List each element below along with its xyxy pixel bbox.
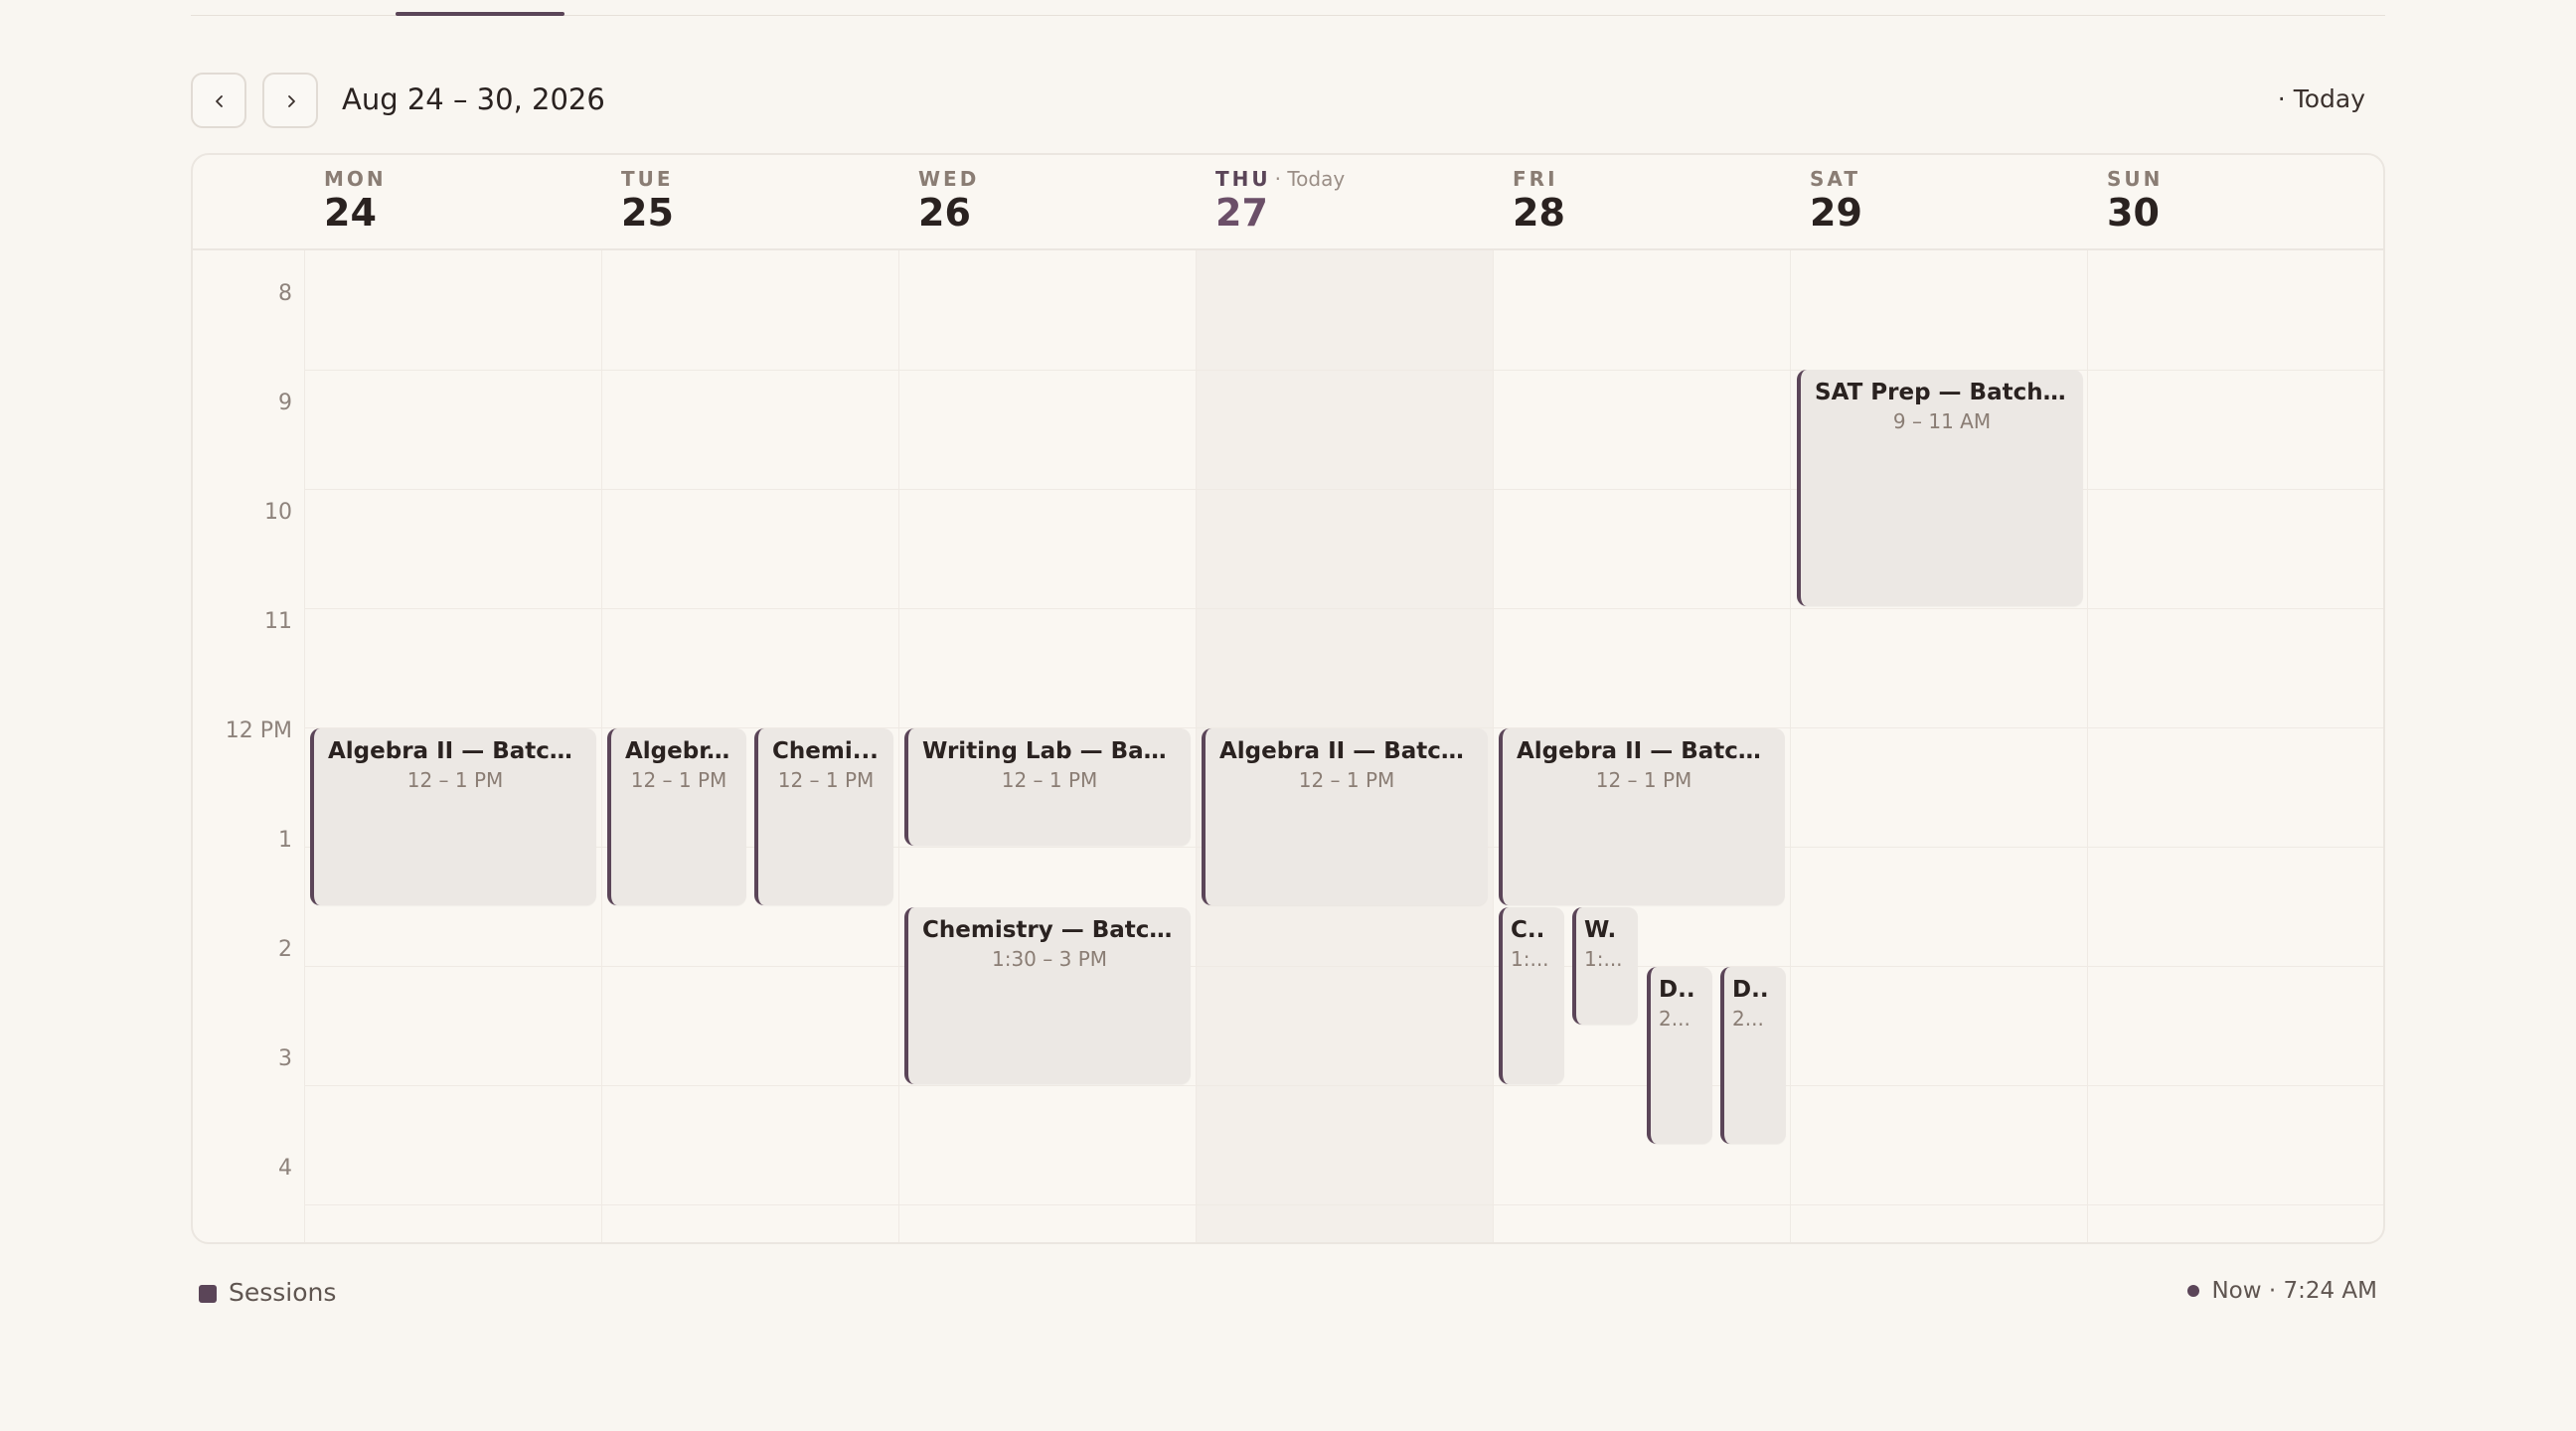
day-of-week: TUE xyxy=(621,167,674,191)
event-title: Algebra II — Batch ... xyxy=(328,738,582,764)
event-algebra-tue[interactable]: Algebr... 12 – 1 PM xyxy=(607,728,746,905)
day-number: 30 xyxy=(2107,191,2160,235)
event-fri-d1[interactable]: D.. 2... xyxy=(1647,967,1712,1144)
now-indicator: Now · 7:24 AM xyxy=(2187,1278,2377,1308)
event-title: D.. xyxy=(1659,977,1695,1003)
hour-label: 4 xyxy=(278,1156,292,1181)
day-of-week-label: THU xyxy=(1215,167,1271,191)
hour-label: 9 xyxy=(278,391,292,415)
day-number: 26 xyxy=(918,191,971,235)
day-of-week: MON xyxy=(324,167,387,191)
event-time: 12 – 1 PM xyxy=(1298,768,1395,792)
date-range-title: Aug 24 – 30, 2026 xyxy=(342,82,605,116)
event-time: 2... xyxy=(1732,1007,1764,1031)
day-number: 24 xyxy=(324,191,377,235)
day-header-sun[interactable]: SUN 30 xyxy=(2087,155,2383,250)
event-fri-w[interactable]: W. 1:... xyxy=(1572,907,1638,1025)
hour-line xyxy=(304,1204,2383,1205)
event-writing-lab-wed[interactable]: Writing Lab — Batc... 12 – 1 PM xyxy=(904,728,1191,846)
today-button[interactable]: · Today xyxy=(2278,84,2365,113)
event-chemistry-tue[interactable]: Chemi... 12 – 1 PM xyxy=(754,728,893,905)
day-header-thu[interactable]: THU · Today 27 xyxy=(1196,155,1493,250)
day-header-fri[interactable]: FRI 28 xyxy=(1493,155,1790,250)
event-algebra-thu[interactable]: Algebra II — Batch ... 12 – 1 PM xyxy=(1202,728,1488,905)
event-title: Algebra II — Batch ... xyxy=(1219,738,1474,764)
active-tab-indicator xyxy=(396,12,564,16)
hour-line xyxy=(304,608,2383,609)
event-time: 12 – 1 PM xyxy=(630,768,727,792)
event-sat-prep[interactable]: SAT Prep — Batch B ... 9 – 11 AM xyxy=(1797,370,2083,606)
now-dot-icon xyxy=(2187,1285,2200,1297)
event-time: 9 – 11 AM xyxy=(1892,409,1992,433)
event-title: Algebra II — Batch ... xyxy=(1517,738,1771,764)
hour-label: 3 xyxy=(278,1046,292,1071)
event-time: 12 – 1 PM xyxy=(777,768,875,792)
day-header-wed[interactable]: WED 26 xyxy=(898,155,1196,250)
event-time: 12 – 1 PM xyxy=(406,768,504,792)
event-algebra-fri[interactable]: Algebra II — Batch ... 12 – 1 PM xyxy=(1499,728,1785,905)
hour-label: 8 xyxy=(278,281,292,306)
hour-label: 1 xyxy=(278,828,292,853)
day-number: 25 xyxy=(621,191,674,235)
sessions-swatch xyxy=(199,1285,217,1303)
event-time: 1:... xyxy=(1511,947,1549,971)
day-of-week: THU · Today xyxy=(1215,167,1345,191)
day-header-tue[interactable]: TUE 25 xyxy=(601,155,898,250)
chevron-left-icon xyxy=(216,95,223,107)
hour-label: 11 xyxy=(264,609,292,634)
event-time: 1:... xyxy=(1584,947,1623,971)
day-column-sun[interactable] xyxy=(2087,250,2383,1242)
hour-label: 12 PM xyxy=(225,718,292,743)
day-number: 28 xyxy=(1513,191,1565,235)
event-title: C.. xyxy=(1511,917,1545,943)
chevron-right-icon xyxy=(288,95,295,107)
event-title: Algebr... xyxy=(625,738,732,764)
day-of-week: SUN xyxy=(2107,167,2164,191)
event-time: 12 – 1 PM xyxy=(1595,768,1692,792)
day-number: 29 xyxy=(1810,191,1862,235)
event-title: Chemistry — Batch ... xyxy=(922,917,1177,943)
day-header-mon[interactable]: MON 24 xyxy=(304,155,601,250)
next-week-button[interactable] xyxy=(262,73,318,128)
event-title: D.. xyxy=(1732,977,1769,1003)
day-header-row: MON 24 TUE 25 WED 26 THU · Today 27 FRI 2… xyxy=(193,155,2383,250)
time-grid: 8 9 10 11 12 PM 1 2 3 4 SAT Prep — Batch… xyxy=(193,250,2383,1242)
event-chemistry-wed[interactable]: Chemistry — Batch ... 1:30 – 3 PM xyxy=(904,907,1191,1084)
day-of-week: SAT xyxy=(1810,167,1860,191)
event-title: Chemi... xyxy=(772,738,879,764)
event-time: 12 – 1 PM xyxy=(1001,768,1098,792)
week-calendar: MON 24 TUE 25 WED 26 THU · Today 27 FRI 2… xyxy=(191,153,2385,1244)
day-of-week: FRI xyxy=(1513,167,1558,191)
event-title: Writing Lab — Batc... xyxy=(922,738,1177,764)
hour-line xyxy=(304,1085,2383,1086)
event-time: 2... xyxy=(1659,1007,1690,1031)
hour-label: 10 xyxy=(264,500,292,525)
hour-label: 2 xyxy=(278,937,292,962)
event-algebra-mon[interactable]: Algebra II — Batch ... 12 – 1 PM xyxy=(310,728,596,905)
today-tag: · Today xyxy=(1274,167,1346,191)
day-of-week: WED xyxy=(918,167,980,191)
day-number: 27 xyxy=(1215,191,1268,235)
calendar-toolbar: Aug 24 – 30, 2026 · Today xyxy=(191,73,2385,128)
day-header-sat[interactable]: SAT 29 xyxy=(1790,155,2087,250)
event-title: SAT Prep — Batch B ... xyxy=(1815,380,2069,405)
legend-label: Sessions xyxy=(229,1278,337,1307)
event-time: 1:30 – 3 PM xyxy=(991,947,1108,971)
now-time: Now · 7:24 AM xyxy=(2211,1278,2377,1304)
previous-week-button[interactable] xyxy=(191,73,246,128)
event-fri-d2[interactable]: D.. 2... xyxy=(1720,967,1786,1144)
event-fri-c[interactable]: C.. 1:... xyxy=(1499,907,1564,1084)
hour-line xyxy=(304,966,2383,967)
event-title: W. xyxy=(1584,917,1617,943)
